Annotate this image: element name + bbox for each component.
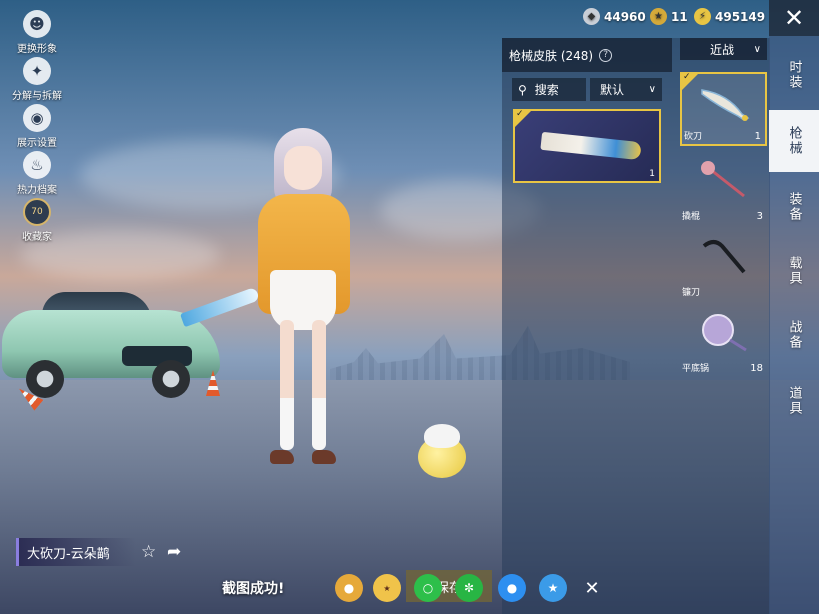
weapon-filter-dropdown[interactable]: 近战 ∨: [680, 38, 767, 60]
menu-label: 更换形象: [17, 44, 57, 55]
character-face: [284, 146, 322, 190]
skin-count: 1: [649, 169, 655, 179]
tab-label: 枪械: [786, 126, 802, 156]
skin-name-text: 大砍刀-云朵鹋: [27, 546, 110, 562]
weapon-name: 砍刀: [684, 132, 703, 142]
menu-change-appearance[interactable]: ☻ 更换形象: [6, 10, 68, 57]
share-peace-elite-icon[interactable]: ★: [373, 574, 401, 602]
search-button[interactable]: ⚲ 搜索: [512, 78, 586, 101]
currency-gold[interactable]: ⚡ 495149: [694, 8, 765, 25]
tab-label: 时装: [786, 60, 802, 90]
currency-value: 495149: [715, 9, 766, 24]
skin-panel-header: 枪械皮肤 (248) ?: [502, 38, 672, 72]
tab-vehicles[interactable]: 载具: [769, 240, 819, 302]
tab-label: 道具: [786, 386, 802, 416]
skin-card[interactable]: ✓ 1: [513, 109, 661, 183]
weapon-item-sickle[interactable]: 镰刀: [680, 226, 767, 300]
car-wheel: [152, 360, 190, 398]
weapon-skin-panel: 枪械皮肤 (248) ? ⚲ 搜索 默认 ∨ ✓ 1: [502, 38, 672, 614]
gold-coin-icon: ⚡: [694, 8, 711, 25]
weapon-name: 撬棍: [682, 212, 701, 222]
machete-icon: [701, 89, 750, 121]
frying-pan-icon: [702, 314, 747, 352]
weapon-count: 3: [756, 211, 763, 222]
close-share-icon[interactable]: ✕: [578, 574, 606, 602]
sickle-icon: [702, 240, 746, 274]
search-label: 搜索: [534, 83, 559, 97]
character-shoe: [312, 450, 336, 464]
currency-value: 44960: [604, 9, 646, 24]
chick-hat: [424, 424, 460, 448]
wechat-icon[interactable]: ○: [414, 574, 442, 602]
fire-icon: ♨: [23, 151, 51, 179]
share-icon[interactable]: ➦: [167, 542, 181, 562]
tab-firearms[interactable]: 枪械: [769, 110, 819, 172]
character-shoe: [270, 450, 294, 464]
weapon-item-frying-pan[interactable]: 平底锅 18: [680, 302, 767, 376]
menu-heat-archive[interactable]: ♨ 热力档案: [6, 151, 68, 198]
favorite-star-icon[interactable]: ☆: [141, 542, 156, 562]
skin-name-label: 大砍刀-云朵鹋: [16, 538, 136, 566]
help-icon[interactable]: ?: [599, 48, 613, 62]
car-wheel: [26, 360, 64, 398]
currency-value: 11: [671, 9, 688, 24]
weapon-name: 镰刀: [682, 288, 701, 298]
menu-display-settings[interactable]: ◉ 展示设置: [6, 104, 68, 151]
tab-combat-gear[interactable]: 战备: [769, 304, 819, 366]
sports-car: [2, 288, 220, 398]
character-leg: [280, 320, 294, 450]
tab-label: 装备: [786, 192, 802, 222]
check-icon: ✓: [683, 72, 691, 82]
close-icon: ✕: [783, 4, 805, 32]
sort-dropdown[interactable]: 默认 ∨: [590, 78, 662, 101]
character-leg: [312, 320, 326, 450]
weapon-count: 1: [754, 131, 761, 142]
silver-coin-icon: ◆: [583, 8, 600, 25]
chevron-down-icon: ∨: [753, 43, 761, 55]
eye-icon: ◉: [23, 104, 51, 132]
weapon-item-crowbar[interactable]: 撬棍 3: [680, 150, 767, 224]
weapon-count: 18: [750, 363, 763, 374]
collector-badge-icon: 70: [23, 198, 51, 226]
currency-coupon[interactable]: ★ 11: [650, 8, 688, 25]
qq-icon[interactable]: ●: [498, 574, 526, 602]
close-button[interactable]: ✕: [769, 0, 819, 36]
left-menu: ☻ 更换形象 ✦ 分解与拆解 ◉ 展示设置 ♨ 热力档案 70 收藏家: [6, 10, 68, 245]
menu-collector[interactable]: 70 收藏家: [6, 198, 68, 245]
chevron-down-icon: ∨: [648, 84, 656, 95]
collector-level: 70: [31, 207, 43, 217]
tab-items[interactable]: 道具: [769, 370, 819, 432]
person-icon: ☻: [23, 10, 51, 38]
weapon-filter-label: 近战: [710, 42, 735, 57]
tab-label: 载具: [786, 256, 802, 286]
search-icon: ⚲: [518, 82, 527, 97]
search-row: ⚲ 搜索 默认 ∨: [512, 78, 662, 101]
chick-pet: [418, 424, 466, 478]
character-dress: [270, 270, 336, 330]
moments-icon[interactable]: ✼: [455, 574, 483, 602]
crowbar-icon: [701, 161, 745, 198]
menu-label: 收藏家: [22, 232, 52, 243]
screenshot-toast: 截图成功!: [222, 581, 285, 597]
share-game-icon[interactable]: ●: [335, 574, 363, 602]
qzone-icon[interactable]: ★: [539, 574, 567, 602]
weapon-name: 平底锅: [682, 364, 710, 374]
weapon-list-panel: 近战 ∨ ✓ 砍刀 1 撬棍 3 镰刀 平底锅 18: [672, 38, 770, 614]
menu-label: 分解与拆解: [12, 91, 62, 102]
category-tabs: 时装 枪械 装备 载具 战备 道具: [769, 36, 819, 614]
menu-label: 展示设置: [17, 138, 57, 149]
menu-decompose[interactable]: ✦ 分解与拆解: [6, 57, 68, 104]
coupon-icon: ★: [650, 8, 667, 25]
weapon-item-machete[interactable]: ✓ 砍刀 1: [680, 72, 767, 146]
tab-label: 战备: [786, 320, 802, 350]
puzzle-icon: ✦: [23, 57, 51, 85]
tab-equipment[interactable]: 装备: [769, 176, 819, 238]
skin-machete-art: [540, 131, 642, 161]
currency-silver[interactable]: ◆ 44960: [583, 8, 646, 25]
check-icon: ✓: [516, 109, 524, 119]
skin-panel-title: 枪械皮肤 (248): [509, 48, 594, 63]
sort-label: 默认: [600, 83, 625, 97]
menu-label: 热力档案: [17, 185, 57, 196]
tab-fashion[interactable]: 时装: [769, 44, 819, 106]
